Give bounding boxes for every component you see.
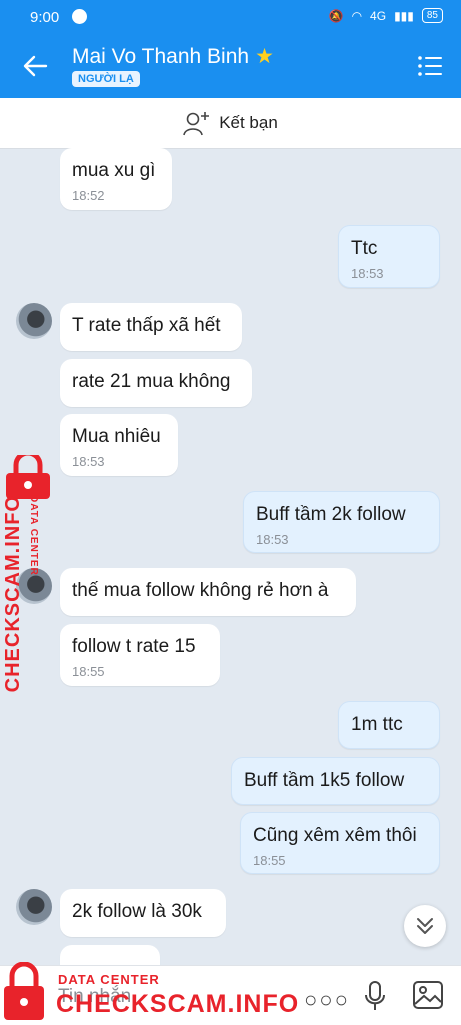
- message-bubble[interactable]: rate 21 mua không: [60, 359, 252, 407]
- avatar[interactable]: [16, 889, 52, 925]
- message-bubble[interactable]: mua xu gì 18:52: [60, 148, 172, 210]
- message-time: 18:53: [351, 266, 384, 281]
- menu-list-icon[interactable]: [417, 54, 443, 78]
- message-text: Ttc: [351, 238, 378, 259]
- status-time: 9:00: [30, 9, 60, 26]
- message-bubble[interactable]: Ttc 18:53: [338, 225, 440, 288]
- watermark-text-bottom: CHECKSCAM.INFO: [56, 990, 300, 1018]
- chat-header: Mai Vo Thanh Binh ★ NGƯỜI LẠ: [0, 36, 461, 98]
- message-text: follow t rate 15: [72, 636, 196, 657]
- message-bubble[interactable]: follow t rate 15 18:55: [60, 624, 220, 686]
- message-time: 18:53: [256, 532, 289, 547]
- message-text: 1m ttc: [351, 714, 403, 735]
- image-icon[interactable]: [412, 980, 444, 1010]
- microphone-icon[interactable]: [364, 980, 386, 1012]
- scroll-down-button[interactable]: [404, 905, 446, 947]
- contact-name-row[interactable]: Mai Vo Thanh Binh ★: [72, 44, 274, 69]
- message-time: 18:53: [72, 454, 105, 469]
- message-text: rate 21 mua không: [72, 371, 231, 392]
- avatar[interactable]: [16, 303, 52, 339]
- message-text: Buff tầm 2k follow: [256, 504, 406, 525]
- wifi-icon: ◠: [351, 8, 363, 23]
- message-text: thế mua follow không rẻ hơn à: [72, 580, 329, 601]
- network-label: 4G: [370, 8, 387, 23]
- watermark-text-vertical: CHECKSCAM.INFO: [2, 495, 24, 693]
- back-arrow-icon[interactable]: [22, 53, 48, 79]
- add-friend-bar[interactable]: Kết bạn: [0, 98, 461, 149]
- message-bubble[interactable]: T rate thấp xã hết: [60, 303, 242, 351]
- message-text: Buff tầm 1k5 follow: [244, 770, 405, 791]
- watermark-subtext-vertical: DATA CENTER: [28, 495, 39, 576]
- status-bar: 9:00 🔕 ◠ 4G ▮▮▮ 85: [0, 0, 461, 36]
- message-text: Mua nhiêu: [72, 426, 161, 447]
- message-bubble[interactable]: Cũng xêm xêm thôi 18:55: [240, 812, 440, 874]
- message-text: T rate thấp xã hết: [72, 315, 221, 336]
- message-text: Cũng xêm xêm thôi: [253, 825, 417, 846]
- message-time: 18:52: [72, 188, 105, 203]
- message-bubble[interactable]: Buff tầm 2k follow 18:53: [243, 491, 440, 553]
- chat-area[interactable]: mua xu gì 18:52 Ttc 18:53 T rate thấp xã…: [0, 148, 461, 965]
- contact-name: Mai Vo Thanh Binh: [72, 45, 250, 68]
- stranger-badge: NGƯỜI LẠ: [72, 71, 140, 87]
- star-icon: ★: [255, 45, 274, 68]
- message-bubble-partial[interactable]: [60, 945, 160, 965]
- message-time: 18:55: [253, 853, 286, 868]
- double-chevron-down-icon: [417, 918, 433, 934]
- message-text: mua xu gì: [72, 160, 156, 181]
- mute-icon: 🔕: [328, 8, 344, 23]
- add-friend-icon: [183, 112, 210, 136]
- message-bubble[interactable]: Mua nhiêu 18:53: [60, 414, 178, 476]
- message-bubble[interactable]: 1m ttc: [338, 701, 440, 749]
- messenger-icon: [72, 9, 87, 24]
- message-bubble[interactable]: 2k follow là 30k: [60, 889, 226, 937]
- signal-icon: ▮▮▮: [394, 8, 414, 23]
- more-options-icon[interactable]: ○○○: [304, 987, 350, 1013]
- status-icons: 🔕 ◠ 4G ▮▮▮ 85: [329, 8, 443, 23]
- message-bubble[interactable]: thế mua follow không rẻ hơn à: [60, 568, 356, 616]
- message-bubble[interactable]: Buff tầm 1k5 follow: [231, 757, 440, 805]
- battery-icon: 85: [421, 8, 443, 23]
- watermark-subtext-bottom: DATA CENTER: [58, 972, 160, 987]
- add-friend-label: Kết bạn: [219, 113, 278, 132]
- message-text: 2k follow là 30k: [72, 901, 202, 922]
- message-time: 18:55: [72, 664, 105, 679]
